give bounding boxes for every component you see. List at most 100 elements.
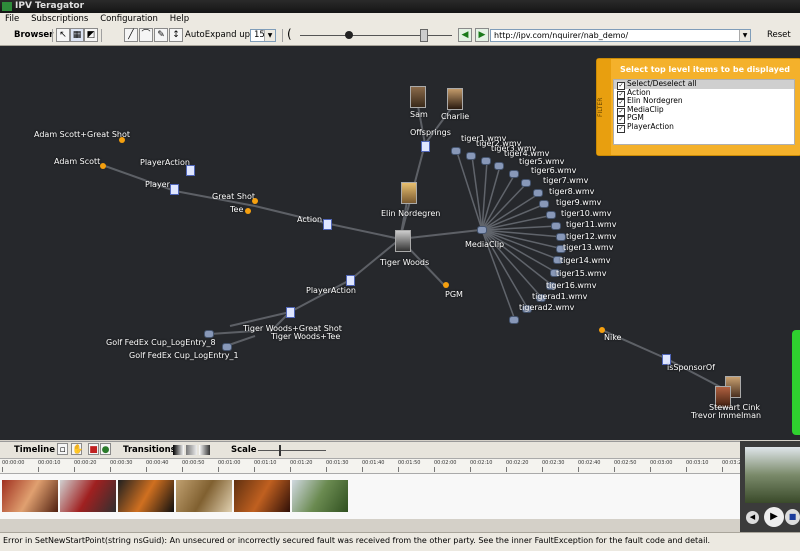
- zoom-slider[interactable]: [300, 35, 452, 36]
- concept-node[interactable]: [119, 137, 125, 143]
- video-clip-node[interactable]: [546, 211, 556, 219]
- video-clip-node[interactable]: [551, 222, 561, 230]
- node-label-player-action-bottom[interactable]: PlayerAction: [306, 286, 356, 295]
- logentry-node[interactable]: [222, 343, 232, 351]
- video-clip-label[interactable]: tiger9.wmv: [556, 198, 601, 207]
- menu-configuration[interactable]: Configuration: [100, 14, 158, 24]
- video-clip-label[interactable]: tiger10.wmv: [561, 209, 611, 218]
- thumbnail[interactable]: [292, 480, 348, 512]
- menu-help[interactable]: Help: [170, 14, 189, 24]
- colors-icon[interactable]: ●: [100, 443, 111, 455]
- node-label-adam-scott-great-shot[interactable]: Adam Scott+Great Shot: [34, 130, 130, 139]
- node-label-tw-tee[interactable]: Tiger Woods+Tee: [271, 332, 340, 341]
- play-icon[interactable]: ▶: [764, 507, 784, 527]
- node-label-tiger[interactable]: Tiger Woods: [380, 258, 429, 267]
- transition-fade-icon[interactable]: [173, 445, 184, 455]
- video-clip-node[interactable]: [539, 200, 549, 208]
- video-clip-label[interactable]: tiger13.wmv: [563, 243, 613, 252]
- video-clip-node[interactable]: [521, 179, 531, 187]
- mediaclip-node[interactable]: [477, 226, 487, 234]
- video-clip-label[interactable]: tiger16.wmv: [546, 281, 596, 290]
- video-clip-label[interactable]: tiger5.wmv: [519, 157, 564, 166]
- concept-node[interactable]: [100, 163, 106, 169]
- node-label-player[interactable]: Player: [145, 180, 170, 189]
- document-node-icon[interactable]: [346, 275, 355, 286]
- concept-node[interactable]: [245, 208, 251, 214]
- video-clip-node[interactable]: [533, 189, 543, 197]
- document-node-icon[interactable]: [323, 219, 332, 230]
- side-panel-handle[interactable]: [792, 330, 800, 435]
- thumbnail[interactable]: [60, 480, 116, 512]
- thumbnail[interactable]: [118, 480, 174, 512]
- video-clip-label[interactable]: tigerad2.wmv: [519, 303, 574, 312]
- video-clip-node[interactable]: [509, 170, 519, 178]
- menu-file[interactable]: File: [5, 14, 19, 24]
- back-arrow-icon[interactable]: ◀: [458, 28, 472, 42]
- zoom-slider-thumb[interactable]: [345, 31, 353, 39]
- autoexpand-select[interactable]: 15 ▼: [250, 29, 276, 42]
- node-label-player-action-top[interactable]: PlayerAction: [140, 158, 190, 167]
- stop-icon[interactable]: ■: [785, 509, 800, 525]
- curve-tool-icon[interactable]: ⌒: [139, 28, 153, 42]
- node-label-charlie[interactable]: Charlie: [441, 112, 469, 121]
- logentry-node[interactable]: [204, 330, 214, 338]
- node-label-fedex-1[interactable]: Golf FedEx Cup_LogEntry_1: [129, 351, 239, 360]
- thumbnail[interactable]: [234, 480, 290, 512]
- video-clip-label[interactable]: tiger8.wmv: [549, 187, 594, 196]
- video-clip-label[interactable]: tiger12.wmv: [566, 232, 616, 241]
- video-clip-node[interactable]: [509, 316, 519, 324]
- node-label-fedex-8[interactable]: Golf FedEx Cup_LogEntry_8: [106, 338, 216, 347]
- expand-tool-icon[interactable]: ↕: [169, 28, 183, 42]
- person-photo-tiger[interactable]: [395, 230, 411, 252]
- mute-icon[interactable]: ◀: [746, 511, 759, 524]
- filter-item[interactable]: ✓ PlayerAction: [614, 122, 794, 133]
- transition-wipe-icon[interactable]: [199, 445, 210, 455]
- transition-dissolve-icon[interactable]: [186, 445, 197, 455]
- video-clip-label[interactable]: tigerad1.wmv: [532, 292, 587, 301]
- node-label-sam[interactable]: Sam: [410, 110, 428, 119]
- video-clip-label[interactable]: tiger6.wmv: [531, 166, 576, 175]
- video-clip-node[interactable]: [494, 162, 504, 170]
- export-icon[interactable]: ■: [88, 443, 99, 455]
- node-label-is-sponsor[interactable]: isSponsorOf: [667, 363, 715, 372]
- layout-tool-icon[interactable]: ▦: [70, 28, 84, 42]
- node-label-action[interactable]: Action: [297, 215, 322, 224]
- video-clip-label[interactable]: tiger14.wmv: [560, 256, 610, 265]
- forward-arrow-icon[interactable]: ▶: [475, 28, 489, 42]
- video-clip-node[interactable]: [556, 233, 566, 241]
- new-clip-icon[interactable]: ▫: [57, 443, 68, 455]
- thumbnail[interactable]: [176, 480, 232, 512]
- checkbox-icon[interactable]: ✓: [617, 124, 625, 133]
- node-label-offsprings[interactable]: Offsprings: [410, 128, 451, 137]
- thumbnail-strip[interactable]: [0, 474, 740, 519]
- video-clip-node[interactable]: [451, 147, 461, 155]
- person-photo-sam[interactable]: [410, 86, 426, 108]
- document-node-icon[interactable]: [170, 184, 179, 195]
- scale-slider[interactable]: [258, 450, 326, 451]
- document-node-icon[interactable]: [286, 307, 295, 318]
- video-preview[interactable]: ◀ ▶ ■: [740, 441, 800, 532]
- menu-subscriptions[interactable]: Subscriptions: [31, 14, 88, 24]
- pointer-tool-icon[interactable]: ↖: [56, 28, 70, 42]
- video-clip-node[interactable]: [481, 157, 491, 165]
- node-label-elin[interactable]: Elin Nordegren: [381, 209, 440, 218]
- video-clip-label[interactable]: tiger11.wmv: [566, 220, 616, 229]
- line-tool-icon[interactable]: ╱: [124, 28, 138, 42]
- video-clip-label[interactable]: tiger7.wmv: [543, 176, 588, 185]
- node-label-nike[interactable]: Nike: [604, 333, 621, 342]
- node-label-great-shot[interactable]: Great Shot: [212, 192, 255, 201]
- zoom-slider-handle[interactable]: [420, 29, 428, 42]
- document-node-icon[interactable]: [421, 141, 430, 152]
- scale-slider-thumb[interactable]: [279, 445, 281, 456]
- person-photo-elin[interactable]: [401, 182, 417, 204]
- node-label-adam-scott[interactable]: Adam Scott: [54, 157, 100, 166]
- url-input[interactable]: http://ipv.com/nquirer/nab_demo/ ▼: [490, 29, 751, 42]
- video-clip-label[interactable]: tiger15.wmv: [556, 269, 606, 278]
- node-label-pgm[interactable]: PGM: [445, 290, 463, 299]
- node-label-trevor[interactable]: Trevor Immelman: [691, 411, 761, 420]
- node-label-mediaclip[interactable]: MediaClip: [465, 240, 504, 249]
- person-photo-charlie[interactable]: [447, 88, 463, 110]
- video-clip-node[interactable]: [466, 152, 476, 160]
- document-node-icon[interactable]: [186, 165, 195, 176]
- concept-node[interactable]: [443, 282, 449, 288]
